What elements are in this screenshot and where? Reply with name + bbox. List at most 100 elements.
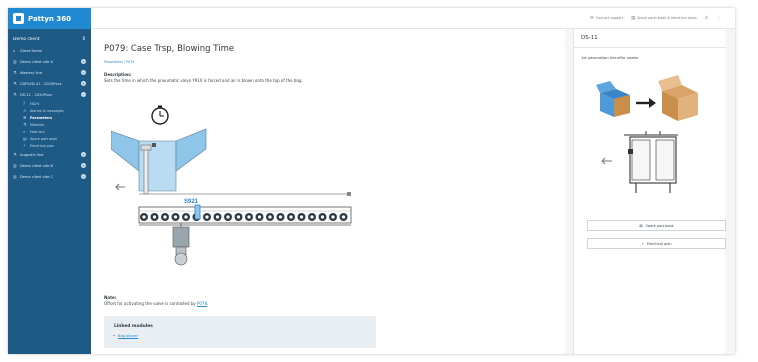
expand-icon[interactable]: + <box>81 81 86 86</box>
roller-hub <box>236 215 241 219</box>
sidebar-item-label: Mastery line <box>20 70 43 75</box>
open-box-illustration <box>596 81 630 117</box>
user-icon: ♙ <box>704 15 709 21</box>
roller-hub <box>320 215 325 219</box>
line-icon: ⚗ <box>13 152 17 157</box>
roller-hub <box>247 215 251 219</box>
brand-name: Pattyn 360 <box>28 14 71 23</box>
description-heading: Description: <box>104 72 132 77</box>
sidebar-item-site-b[interactable]: ▥ Demo client site B + <box>8 160 91 171</box>
sidebar-item-label: Modules <box>30 122 45 127</box>
sidebar-item-ds11[interactable]: ⚗ DS-11 - 2020Pxxx − <box>8 89 91 100</box>
contact-support-link[interactable]: ✉ Contact support <box>590 16 623 21</box>
sidebar-item-cdpled[interactable]: ⚗ CDPLED-41 - 2020Pxxx + <box>8 78 91 89</box>
pattyn-logo-icon <box>13 13 24 24</box>
roller-hub <box>257 215 262 219</box>
sliders-icon: ≡ <box>23 115 27 120</box>
sidebar-item-parameters[interactable]: ≡ Parameters <box>18 114 91 121</box>
parameter-link[interactable]: P078 <box>197 301 207 306</box>
roller-hub <box>173 215 178 219</box>
top-bar: ✉ Contact support ▤ Spare parts book & e… <box>91 8 735 29</box>
sidebar-item-client-home[interactable]: ⌂ Client Home <box>8 45 91 56</box>
roller-hub <box>341 215 346 219</box>
line-icon: ⚗ <box>13 70 17 75</box>
sidebar-item-faqs[interactable]: ? FAQ's <box>18 100 91 107</box>
book-icon: ▤ <box>639 223 643 228</box>
contact-support-label: Contact support <box>595 16 624 20</box>
book-icon: ▤ <box>631 15 636 21</box>
sidebar-item-modules[interactable]: ⚗ Modules <box>18 121 91 128</box>
brand[interactable]: Pattyn 360 <box>8 8 91 29</box>
user-menu[interactable]: ♙ <box>705 16 709 21</box>
home-icon: ⌂ <box>13 48 16 53</box>
linked-module-link[interactable]: Bag blower <box>113 334 138 338</box>
arrow-left-icon <box>115 183 125 191</box>
settings-menu[interactable]: ⋮ <box>717 16 721 21</box>
mail-icon: ✉ <box>590 15 594 21</box>
arrow-right-icon <box>636 98 656 108</box>
note-body: Offset for activating the valve is contr… <box>104 301 196 306</box>
sidebar-item-label: Client Home <box>20 48 43 53</box>
sidebar-item-spare-part-book[interactable]: ▤ Spare part book <box>18 135 91 142</box>
roller-hub <box>268 215 272 219</box>
arrow-left-icon <box>601 157 612 165</box>
spare-part-book-label: Spare part book <box>645 223 674 228</box>
main-content: P079: Case Trsp, Blowing Time Parameters… <box>91 29 565 354</box>
book-icon: ▤ <box>23 136 27 141</box>
sensor-label: S921 <box>184 199 199 205</box>
sidebar-item-label: Demo client site C <box>20 174 53 179</box>
sidebar-item-alarms[interactable]: ⚠ Alarms & messages <box>18 107 91 114</box>
roller-hub <box>310 215 314 219</box>
spare-parts-link[interactable]: ▤ Spare parts book & electrical plans <box>631 16 697 21</box>
spare-part-book-button[interactable]: ▤ Spare part book <box>587 220 726 231</box>
sidebar-item-mastery-line[interactable]: ⚗ Mastery line + <box>8 67 91 78</box>
lightning-icon: ⚡ <box>23 143 26 148</box>
roller-hub <box>215 215 220 219</box>
breadcrumb[interactable]: Parameters / P079 <box>104 60 134 64</box>
page-title: P079: Case Trsp, Blowing Time <box>104 44 235 54</box>
chart-icon: ▥ <box>13 59 17 64</box>
expand-icon[interactable]: + <box>81 70 86 75</box>
note-text: Offset for activating the valve is contr… <box>104 301 209 306</box>
machine-description: 1st generation decuffer sealer <box>581 55 639 60</box>
expand-icon[interactable]: + <box>81 59 86 64</box>
lightning-icon: ⚡ <box>641 241 644 246</box>
sidebar-item-site-a[interactable]: ▥ Demo client site A + <box>8 56 91 67</box>
expand-icon[interactable]: + <box>81 174 86 179</box>
description-text: Sets the time in which the pneumatic val… <box>104 78 303 83</box>
collapse-icon[interactable]: − <box>81 92 86 97</box>
electrical-plan-button[interactable]: ⚡ Electrical plan <box>587 238 726 249</box>
roller-hub <box>163 215 167 219</box>
client-selector[interactable]: Demo client ⇕ <box>8 33 91 45</box>
linked-modules-heading: Linked modules <box>114 324 153 329</box>
machine-diagram: S921 <box>111 105 352 266</box>
roller-hub <box>205 215 209 219</box>
warning-icon: ⚠ <box>23 108 27 113</box>
sidebar-item-label: Demo client site A <box>20 59 53 64</box>
sidebar-item-augustin-line[interactable]: ⚗ Augustin line + <box>8 149 91 160</box>
client-name: Demo client <box>13 36 40 42</box>
chart-icon: ▥ <box>13 163 17 168</box>
sidebar-item-site-c[interactable]: ▥ Demo client site C + <box>8 171 91 182</box>
sort-icon: ⇕ <box>81 36 86 42</box>
sidebar-item-howtos[interactable]: ⌕ How to's <box>18 128 91 135</box>
spare-parts-label: Spare parts book & electrical plans <box>637 16 697 20</box>
sidebar: Pattyn 360 Demo client ⇕ ⌂ Client Home ▥… <box>8 8 91 354</box>
roller-hub <box>152 215 157 219</box>
roller-hub <box>226 215 230 219</box>
sidebar-item-label: Alarms & messages <box>30 108 64 113</box>
machine-panel: DS-11 1st generation decuffer sealer ▤ S… <box>573 29 726 354</box>
expand-icon[interactable]: + <box>81 163 86 168</box>
electrical-plan-label: Electrical plan <box>646 241 672 246</box>
roller-hub <box>184 215 188 219</box>
sidebar-item-label: Electrical plan <box>30 143 54 148</box>
expand-icon[interactable]: + <box>81 152 86 157</box>
sidebar-item-label: DS-11 - 2020Pxxx <box>20 92 53 97</box>
sidebar-item-label: Demo client site B <box>20 163 53 168</box>
hopper-shape <box>111 128 207 195</box>
sidebar-item-label: Augustin line <box>20 152 44 157</box>
roller-hub <box>289 215 293 219</box>
more-icon: ⋮ <box>716 15 721 21</box>
sidebar-item-label: Parameters <box>30 115 53 120</box>
sidebar-item-electrical-plan[interactable]: ⚡ Electrical plan <box>18 142 91 149</box>
